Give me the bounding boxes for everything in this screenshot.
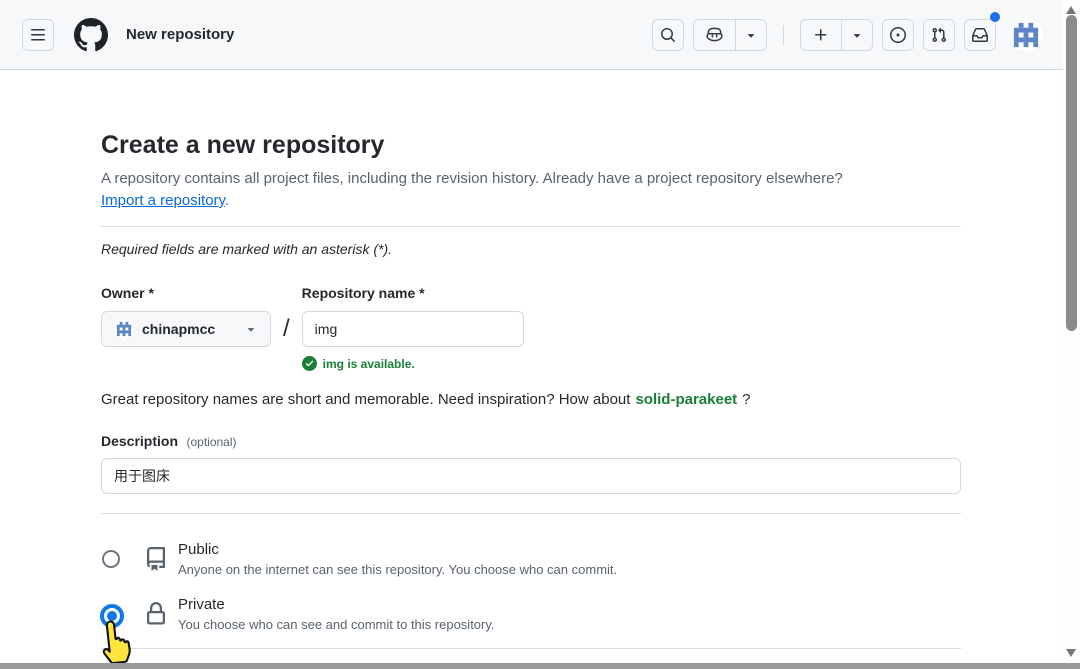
suggestion-prefix: Great repository names are short and mem…	[101, 391, 630, 408]
copilot-icon	[706, 26, 723, 43]
divider	[101, 226, 961, 227]
issue-opened-icon	[890, 27, 906, 43]
visibility-option-private: Private You choose who can see and commi…	[101, 595, 961, 633]
availability-status: img is available.	[302, 356, 524, 371]
repo-icon	[144, 547, 168, 571]
copilot-dropdown-button[interactable]	[735, 20, 766, 50]
git-pull-request-icon	[931, 27, 947, 43]
divider	[101, 513, 961, 514]
notification-dot	[990, 12, 1000, 22]
triangle-down-icon	[850, 28, 864, 42]
required-fields-note: Required fields are marked with an aster…	[101, 241, 961, 257]
scrollbar-track[interactable]	[1063, 0, 1080, 663]
public-option-text: Public Anyone on the internet can see th…	[178, 540, 617, 578]
copilot-button[interactable]	[694, 20, 735, 50]
search-button[interactable]	[652, 19, 684, 51]
owner-avatar	[114, 319, 134, 339]
description-label: Description	[101, 433, 178, 449]
owner-label: Owner *	[101, 285, 271, 303]
divider	[101, 648, 961, 649]
inbox-button[interactable]	[964, 19, 996, 51]
inbox-wrapper	[964, 19, 996, 51]
intro-period: .	[225, 192, 229, 209]
slash-separator: /	[283, 311, 290, 347]
private-radio[interactable]	[102, 605, 120, 623]
description-optional-hint: (optional)	[186, 435, 236, 449]
owner-value: chinapmcc	[142, 321, 236, 337]
name-suggestion: Great repository names are short and mem…	[101, 391, 961, 408]
suggestion-link[interactable]: solid-parakeet	[635, 391, 737, 408]
availability-message: img is available.	[323, 357, 415, 371]
private-label[interactable]: Private	[178, 595, 495, 614]
check-circle-icon	[302, 356, 317, 371]
page-title: Create a new repository	[101, 130, 961, 160]
app-header: New repository	[0, 0, 1063, 70]
import-repository-link[interactable]: Import a repository	[101, 192, 225, 209]
pull-requests-button[interactable]	[923, 19, 955, 51]
repo-name-label: Repository name *	[302, 285, 524, 303]
owner-repo-row: Owner *	[101, 285, 961, 371]
triangle-down-icon	[744, 28, 758, 42]
issues-button[interactable]	[882, 19, 914, 51]
visibility-option-public: Public Anyone on the internet can see th…	[101, 540, 961, 578]
plus-icon	[813, 27, 829, 43]
private-option-text: Private You choose who can see and commi…	[178, 595, 495, 633]
user-avatar-button[interactable]	[1009, 18, 1043, 52]
main-content: Create a new repository A repository con…	[0, 70, 1062, 649]
header-divider	[783, 25, 784, 45]
click-target-indicator	[100, 604, 124, 628]
owner-field: Owner *	[101, 285, 271, 347]
identicon-avatar-icon	[1009, 18, 1043, 52]
create-new-split-button	[800, 19, 873, 51]
window-bottom-edge	[0, 663, 1080, 669]
inbox-icon	[972, 27, 988, 43]
intro-sentence: A repository contains all project files,…	[101, 170, 843, 187]
public-label[interactable]: Public	[178, 540, 617, 559]
search-icon	[660, 27, 676, 43]
scrollbar-up-arrow-icon[interactable]	[1066, 6, 1076, 14]
create-new-dropdown-button[interactable]	[841, 20, 872, 50]
owner-select[interactable]: chinapmcc	[101, 311, 271, 347]
public-radio[interactable]	[102, 550, 120, 568]
hamburger-menu-button[interactable]	[22, 19, 54, 51]
create-new-button[interactable]	[801, 20, 841, 50]
copilot-split-button	[693, 19, 767, 51]
description-label-row: Description (optional)	[101, 433, 961, 451]
description-input[interactable]	[101, 458, 961, 494]
browser-viewport: New repository	[0, 0, 1080, 669]
suggestion-suffix: ?	[742, 391, 750, 408]
lock-icon	[144, 602, 168, 626]
repo-name-field: Repository name * img is available.	[302, 285, 524, 371]
page-context-title: New repository	[126, 26, 234, 43]
click-target-dot	[107, 611, 117, 621]
public-description: Anyone on the internet can see this repo…	[178, 562, 617, 578]
repo-name-input[interactable]	[302, 311, 524, 347]
scrollbar-thumb[interactable]	[1066, 15, 1077, 331]
header-actions	[652, 18, 1043, 52]
private-description: You choose who can see and commit to thi…	[178, 617, 495, 633]
three-bars-icon	[30, 27, 46, 43]
scrollbar-down-arrow-icon[interactable]	[1066, 649, 1076, 657]
triangle-down-icon	[244, 322, 258, 336]
github-logo-icon[interactable]	[74, 18, 108, 52]
intro-text: A repository contains all project files,…	[101, 168, 961, 212]
